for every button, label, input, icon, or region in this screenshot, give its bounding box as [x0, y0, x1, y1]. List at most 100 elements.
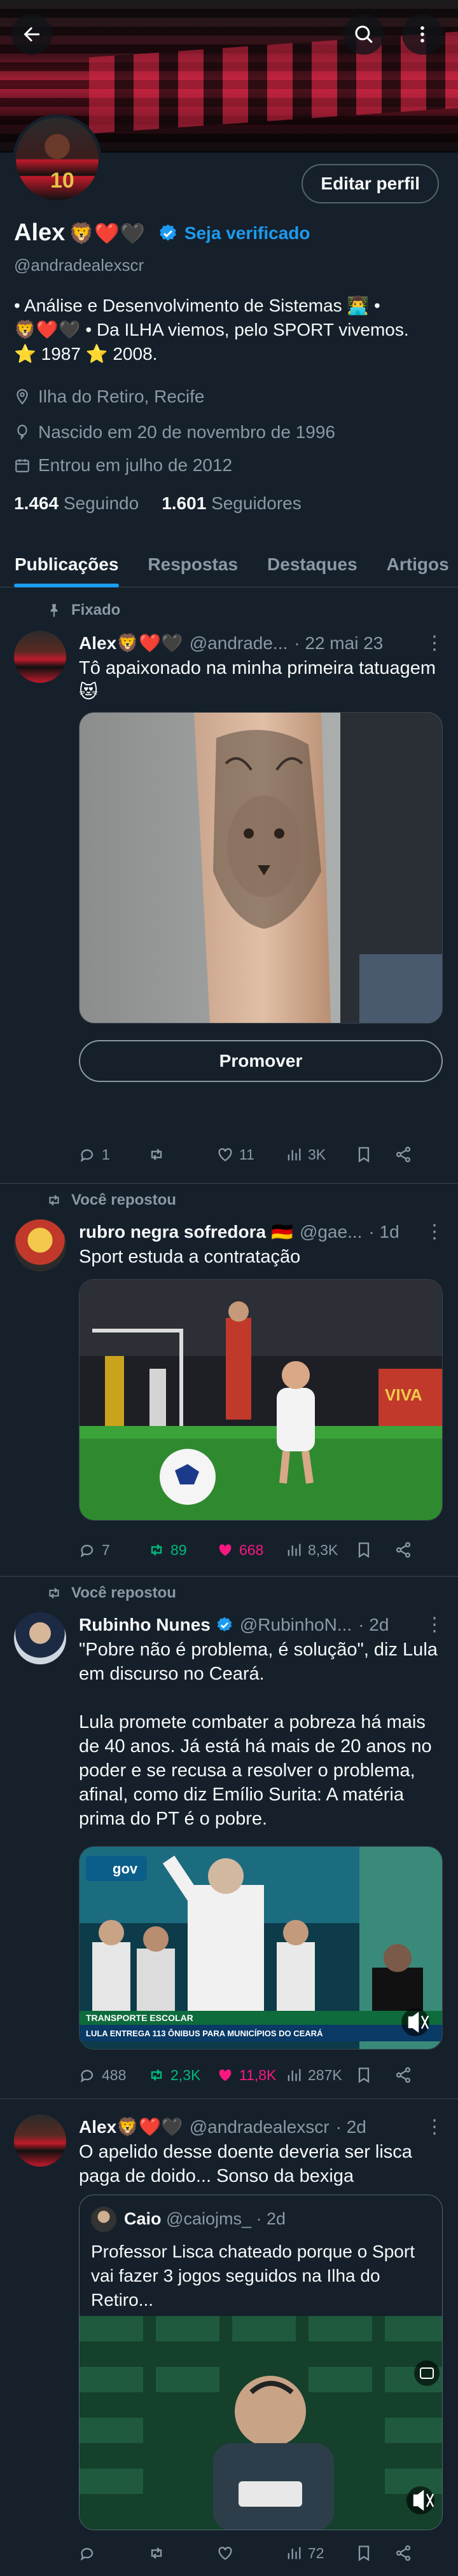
share-button[interactable]: [394, 2066, 412, 2084]
like-button[interactable]: [216, 2544, 285, 2562]
tweet[interactable]: Fixado Alex 🦁❤️🖤 @andrade... · 22 mai 23…: [0, 587, 458, 1184]
tweet-time[interactable]: · 1d: [368, 1222, 399, 1242]
tweet-time[interactable]: · 22 mai 23: [294, 633, 383, 654]
more-button[interactable]: [402, 14, 443, 55]
tweet-header: Rubinho Nunes @RubinhoN... · 2d ⋮: [79, 1613, 444, 1636]
profile-avatar[interactable]: 10: [13, 114, 102, 203]
views-chart-icon: [288, 2547, 301, 2559]
tweet-author-emojis: 🦁❤️🖤: [116, 2117, 183, 2137]
quoted-time: · 2d: [256, 2209, 286, 2228]
profile-joined: Entrou em julho de 2012: [14, 455, 232, 476]
more-vertical-icon[interactable]: ⋮: [425, 1613, 444, 1636]
like-button[interactable]: 11: [216, 1146, 285, 1163]
repost-icon: [151, 2547, 162, 2559]
bookmark-button[interactable]: [355, 2544, 394, 2562]
followers-link[interactable]: 1.601 Seguidores: [162, 493, 302, 514]
tweet-image-video[interactable]: gov TRANSPORTE ESCOLAR LULA ENTREGA 113 …: [79, 1846, 443, 2050]
video-thumbnail: gov TRANSPORTE ESCOLAR LULA ENTREGA 113 …: [80, 1847, 442, 2049]
repost-button[interactable]: 2,3K: [148, 2066, 216, 2084]
views-button[interactable]: 8,3K: [285, 1541, 355, 1559]
tweet-avatar[interactable]: [14, 1612, 66, 1664]
bookmark-button[interactable]: [355, 1541, 394, 1559]
tweet-actions: 1 11 3K: [79, 1142, 443, 1167]
back-button[interactable]: [11, 14, 52, 55]
tweet-author-handle: @andrade...: [189, 633, 288, 653]
quoted-video-thumbnail[interactable]: [80, 2316, 442, 2530]
reply-icon: [80, 2547, 94, 2561]
pinned-context: Fixado: [46, 601, 120, 619]
following-link[interactable]: 1.464 Seguindo: [14, 493, 139, 514]
reply-button[interactable]: [79, 2544, 148, 2562]
tab-artigos[interactable]: Artigos: [372, 542, 458, 587]
views-button[interactable]: 287K: [285, 2066, 355, 2084]
context-label: Fixado: [71, 601, 121, 619]
reply-count: 7: [102, 1541, 110, 1558]
views-button[interactable]: 72: [285, 2544, 355, 2562]
tweet-text: "Pobre não é problema, é solução", diz L…: [79, 1640, 438, 1829]
tab-respostas[interactable]: Respostas: [133, 542, 253, 587]
tab-publicacoes[interactable]: Publicações: [0, 542, 133, 587]
repost-button[interactable]: 89: [148, 1541, 216, 1559]
tweet-author-name[interactable]: Rubinho Nunes: [79, 1615, 211, 1635]
share-icon: [396, 2545, 411, 2561]
share-button[interactable]: [394, 1146, 412, 1163]
get-verified-link[interactable]: Seja verificado: [158, 223, 310, 243]
views-chart-icon: [288, 1148, 301, 1161]
quoted-avatar[interactable]: [91, 2207, 116, 2232]
bookmark-button[interactable]: [355, 1146, 394, 1163]
tweet-avatar[interactable]: [14, 2114, 66, 2167]
tweet-image-tattoo[interactable]: [79, 712, 443, 1024]
views-count: 287K: [308, 2066, 342, 2083]
context-label: Você repostou: [71, 1584, 176, 1601]
tweet[interactable]: Alex 🦁❤️🖤 @andradealexscr · 2d ⋮ O apeli…: [0, 2099, 458, 2576]
tweet-author-name[interactable]: rubro negra sofredora: [79, 1222, 266, 1242]
tweet-avatar[interactable]: [14, 1219, 66, 1271]
reply-count: 488: [102, 2066, 127, 2083]
tweet-avatar[interactable]: [14, 631, 66, 683]
reply-button[interactable]: 488: [79, 2066, 148, 2084]
share-button[interactable]: [394, 1541, 412, 1559]
verified-badge-icon: [159, 224, 176, 241]
birthdate-text: Nascido em 20 de novembro de 1996: [38, 422, 335, 442]
tweet[interactable]: Você repostou rubro negra sofredora 🇩🇪 @…: [0, 1184, 458, 1577]
views-button[interactable]: 3K: [285, 1146, 355, 1163]
bio-line: ⭐ 1987 ⭐ 2008.: [14, 344, 158, 364]
bookmark-button[interactable]: [355, 2066, 394, 2084]
share-button[interactable]: [394, 2544, 412, 2562]
more-vertical-icon[interactable]: ⋮: [425, 2116, 444, 2138]
more-vertical-icon[interactable]: ⋮: [425, 632, 444, 654]
more-vertical-icon[interactable]: ⋮: [425, 1221, 444, 1243]
repost-icon: [49, 1195, 59, 1206]
quoted-author-name: Caio: [124, 2209, 162, 2228]
bio-line: 🦁❤️🖤 • Da ILHA viemos, pelo SPORT vivemo…: [14, 320, 409, 339]
repost-context: Você repostou: [46, 1584, 176, 1602]
share-icon: [396, 2067, 411, 2083]
like-count: 11: [239, 1146, 254, 1163]
reply-icon: [80, 2069, 94, 2083]
repost-count: 2,3K: [170, 2066, 201, 2083]
tweet-author-handle: @RubinhoN...: [239, 1614, 352, 1634]
reply-button[interactable]: 7: [79, 1541, 148, 1559]
profile-bio: • Análise e Desenvolvimento de Sistemas …: [14, 294, 453, 366]
promote-button[interactable]: Promover: [79, 1040, 443, 1082]
tweet-author-name[interactable]: Alex: [79, 2117, 116, 2137]
reply-count: 1: [102, 1146, 110, 1163]
tweet-author-name[interactable]: Alex: [79, 633, 116, 654]
arrow-left-icon: [24, 27, 39, 42]
tweet-text: Tô apaixonado na minha primeira tatuagem…: [79, 658, 436, 702]
tweet-actions: 7 89 668 8,3K: [79, 1537, 443, 1563]
edit-profile-button[interactable]: Editar perfil: [302, 164, 439, 203]
repost-button[interactable]: [148, 1146, 216, 1163]
search-button[interactable]: [344, 14, 384, 55]
tweet[interactable]: Você repostou Rubinho Nunes @RubinhoN...…: [0, 1577, 458, 2099]
repost-button[interactable]: [148, 2544, 216, 2562]
like-button[interactable]: 11,8K: [216, 2066, 285, 2084]
quoted-tweet[interactable]: Caio @caiojms_ · 2d Professor Lisca chat…: [79, 2195, 443, 2530]
quoted-author-handle: @caiojms_: [166, 2209, 251, 2228]
reply-button[interactable]: 1: [79, 1146, 148, 1163]
tweet-image-stadium[interactable]: VIVA: [79, 1279, 443, 1521]
tweet-time[interactable]: · 2d: [358, 1615, 389, 1635]
tab-destaques[interactable]: Destaques: [253, 542, 372, 587]
like-button[interactable]: 668: [216, 1541, 285, 1559]
tweet-time[interactable]: · 2d: [336, 2117, 366, 2137]
